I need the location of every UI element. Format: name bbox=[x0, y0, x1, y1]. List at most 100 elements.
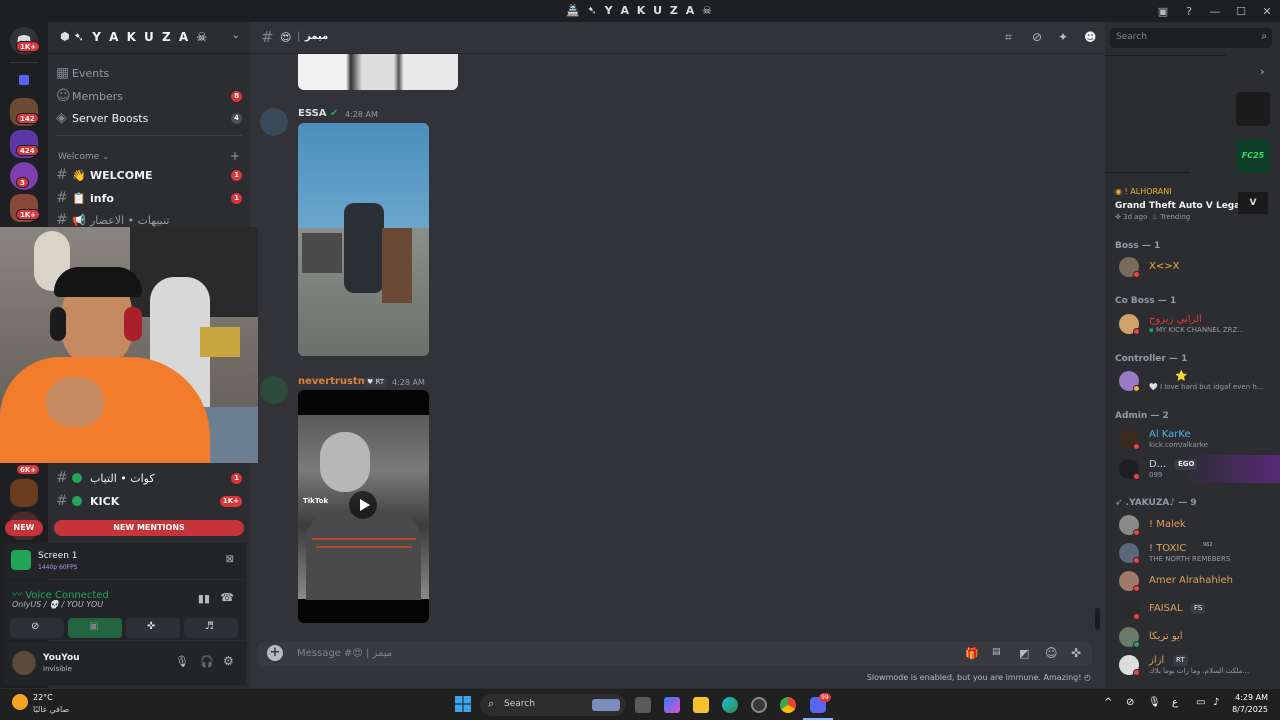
obs-icon[interactable] bbox=[751, 697, 767, 713]
server-icon-5[interactable] bbox=[10, 479, 38, 507]
member-name: Al KarKe bbox=[1149, 429, 1191, 440]
edge-icon[interactable] bbox=[722, 697, 738, 713]
message-input[interactable]: Message #😍 | ميمز bbox=[297, 648, 392, 659]
slowmode-notice: Slowmode is enabled, but you are immune.… bbox=[866, 673, 1091, 682]
volume-icon[interactable]: ♪ bbox=[1213, 697, 1219, 708]
category-welcome[interactable]: Welcome ⌄ bbox=[58, 152, 110, 162]
activity-thumbnail[interactable] bbox=[1236, 92, 1270, 126]
member-status: 🤍 I love hard but idgaf even h... bbox=[1149, 383, 1264, 391]
emoji-icon[interactable]: ☺ bbox=[1045, 646, 1058, 660]
taskbar-search-input[interactable]: Search bbox=[504, 699, 535, 709]
members-badge: 8 bbox=[231, 90, 242, 102]
apps-icon[interactable]: ✜ bbox=[1071, 646, 1081, 660]
inbox-icon[interactable]: ▣ bbox=[1150, 5, 1176, 18]
header-search[interactable]: Search ⌕ bbox=[1110, 28, 1272, 48]
headphones-icon[interactable]: 🎧 bbox=[200, 655, 214, 668]
members-item[interactable]: ☺ Members 8 bbox=[56, 86, 242, 106]
gif-icon[interactable]: ▤ bbox=[992, 647, 1001, 657]
task-view-icon[interactable] bbox=[635, 697, 651, 713]
events-item[interactable]: ▦ Events bbox=[56, 63, 242, 83]
channel-welcome[interactable]: # 👋 WELCOME 1 bbox=[56, 165, 242, 185]
close-button[interactable]: ✕ bbox=[1254, 5, 1280, 18]
avatar[interactable] bbox=[260, 108, 288, 136]
threads-icon[interactable]: ⌗ bbox=[1005, 30, 1012, 45]
tray-network-icon[interactable]: ⊘ bbox=[1126, 697, 1134, 708]
hash-icon: # bbox=[56, 470, 68, 486]
guild-header[interactable]: ⬢ ➷ Y A K U Z A ☠ ⌄ bbox=[48, 22, 250, 54]
notifications-off-icon[interactable]: ⊘ bbox=[1032, 30, 1042, 44]
soundboard-button[interactable]: ♬ bbox=[184, 618, 238, 638]
member-item[interactable]: ابو تريكا bbox=[1115, 624, 1275, 650]
search-input[interactable]: Search bbox=[1116, 32, 1147, 42]
status-dot bbox=[1133, 271, 1140, 278]
weather-icon[interactable] bbox=[12, 694, 28, 710]
channel-lower-1[interactable]: # كوات • التياب 1 bbox=[56, 468, 242, 488]
chevron-right-icon[interactable]: › bbox=[1260, 65, 1264, 78]
member-item[interactable]: الزاني زيزوح ▪ MY KICK CHANNEL ZRZ... bbox=[1115, 311, 1275, 337]
language-indicator[interactable]: ع bbox=[1172, 697, 1178, 708]
minimize-button[interactable]: — bbox=[1202, 5, 1228, 18]
voice-panel: 〰 Voice Connected OnlyUS / 💀 / YOU YOU ▮… bbox=[4, 580, 246, 640]
chat-scrollbar[interactable] bbox=[1095, 608, 1100, 630]
member-list-icon[interactable]: ☻ bbox=[1084, 30, 1097, 44]
member-item[interactable]: ! TOXIC 962 THE NORTH REMEBERS bbox=[1115, 540, 1275, 566]
stream-preview[interactable] bbox=[1105, 55, 1227, 174]
tray-chevron-icon[interactable]: ^ bbox=[1104, 697, 1112, 708]
message-author[interactable]: ESSA ✔ bbox=[298, 108, 338, 119]
gift-icon[interactable]: 🎁 bbox=[965, 647, 979, 660]
member-item[interactable]: D... EGO 099 bbox=[1115, 456, 1275, 482]
avatar[interactable] bbox=[12, 651, 36, 675]
fc25-game-tile[interactable]: FC25 bbox=[1236, 139, 1270, 173]
member-item[interactable]: X<>X bbox=[1115, 254, 1275, 280]
taskbar-search[interactable]: ⌕ Search bbox=[480, 694, 626, 716]
help-icon[interactable]: ? bbox=[1176, 5, 1202, 18]
avatar[interactable] bbox=[260, 376, 288, 404]
member-item[interactable]: ⭐ 🤍 I love hard but idgaf even h... bbox=[1115, 368, 1275, 394]
new-badge[interactable]: NEW bbox=[5, 520, 43, 536]
camera-button[interactable]: ⊘ bbox=[10, 618, 64, 638]
member-item[interactable]: FAISAL FS bbox=[1115, 596, 1275, 622]
windows-start-icon[interactable] bbox=[455, 696, 471, 712]
add-attachment-icon[interactable]: + bbox=[267, 645, 283, 661]
wifi-icon[interactable]: ▭ bbox=[1196, 697, 1205, 708]
add-channel-icon[interactable]: + bbox=[230, 149, 240, 163]
stop-stream-icon[interactable]: ⊠ bbox=[226, 554, 234, 565]
play-button[interactable] bbox=[349, 491, 377, 519]
weather-temp[interactable]: 22°C bbox=[33, 693, 53, 702]
channel-badge: 1 bbox=[231, 192, 242, 204]
disconnect-icon[interactable]: ☎ bbox=[220, 591, 234, 604]
copilot-icon[interactable] bbox=[664, 697, 680, 713]
channel-badge: 1K+ bbox=[219, 495, 242, 507]
pin-icon[interactable]: ✦ bbox=[1058, 30, 1068, 44]
activity-button[interactable]: ✜ bbox=[126, 618, 180, 638]
gta-game-icon[interactable]: V bbox=[1238, 192, 1268, 214]
activity-user[interactable]: ◉ ! ALHORANI bbox=[1115, 187, 1172, 196]
file-explorer-icon[interactable] bbox=[693, 697, 709, 713]
tiktok-video-attachment[interactable]: TikTok bbox=[298, 390, 429, 623]
maximize-button[interactable]: ☐ bbox=[1228, 5, 1254, 18]
microphone-icon[interactable]: 🎙 bbox=[175, 655, 189, 668]
screen-share-button[interactable]: ▣ bbox=[68, 618, 122, 638]
channel-info[interactable]: # 📋 info 1 bbox=[56, 188, 242, 208]
clock-time[interactable]: 4:29 AM bbox=[1234, 693, 1268, 702]
voice-location[interactable]: OnlyUS / 💀 / YOU YOU bbox=[12, 600, 103, 609]
folder-icon[interactable] bbox=[10, 66, 38, 94]
clock-date[interactable]: 8/7/2025 bbox=[1228, 705, 1268, 714]
sticker-icon[interactable]: ◩ bbox=[1019, 647, 1029, 660]
new-mentions-bar[interactable]: NEW MENTIONS bbox=[54, 520, 244, 536]
member-name: ازاز bbox=[1149, 655, 1165, 666]
member-item[interactable]: Amer Alrahahleh bbox=[1115, 568, 1275, 594]
previous-image-attachment[interactable] bbox=[298, 54, 458, 90]
channel-kick[interactable]: # KICK 1K+ bbox=[56, 491, 242, 511]
member-item[interactable]: ! Malek bbox=[1115, 512, 1275, 538]
server-boosts-item[interactable]: ◈ Server Boosts 4 bbox=[56, 108, 242, 128]
classroom-photo-attachment[interactable] bbox=[298, 123, 429, 356]
tray-mic-icon[interactable]: 🎙 bbox=[1148, 697, 1161, 708]
message-composer[interactable]: + Message #😍 | ميمز 🎁 ▤ ◩ ☺ ✜ bbox=[258, 642, 1092, 666]
member-item[interactable]: Al KarKe kick.com/alkarke bbox=[1115, 426, 1275, 452]
member-item[interactable]: ازاز RT ملكت السلام، وما رات يوما بلاك..… bbox=[1115, 652, 1275, 678]
chrome-icon[interactable] bbox=[780, 697, 796, 713]
noise-suppression-icon[interactable]: ▮▮ bbox=[198, 592, 210, 605]
gear-icon[interactable]: ⚙ bbox=[223, 654, 234, 668]
chevron-down-icon[interactable]: ⌄ bbox=[232, 30, 240, 41]
